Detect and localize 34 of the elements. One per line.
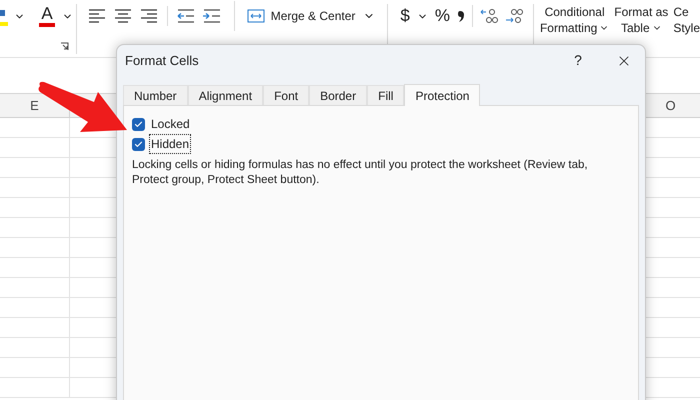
merge-center-button[interactable]: Merge & Center <box>246 7 356 25</box>
increase-indent-icon[interactable] <box>202 8 222 24</box>
info-text: Locking cells or hiding formulas has no effect until you protect the worksheet (Review tab, Protect group, Protect Sheet button). <box>132 158 589 188</box>
font-color-button[interactable]: A <box>39 5 55 27</box>
column-header[interactable]: O <box>665 96 676 116</box>
checkbox-label[interactable]: Locked <box>149 114 192 134</box>
align-left-icon[interactable] <box>86 8 107 24</box>
tab[interactable]: Fill <box>367 85 404 105</box>
tab[interactable]: Protection <box>404 84 480 106</box>
merge-icon <box>246 9 265 23</box>
checkbox[interactable] <box>132 138 145 150</box>
decrease-decimal-icon[interactable] <box>480 8 498 24</box>
checkbox[interactable] <box>132 118 145 130</box>
tab[interactable]: Alignment <box>188 85 264 105</box>
decrease-indent-icon[interactable] <box>176 8 196 24</box>
check-icon <box>134 120 143 128</box>
tab[interactable]: Number <box>123 85 188 105</box>
check-icon <box>134 140 143 148</box>
tab[interactable]: Font <box>263 85 310 105</box>
checkbox-label[interactable]: Hidden <box>149 134 192 154</box>
window-title: Format Cells <box>125 52 199 70</box>
comma-icon[interactable] <box>456 9 465 23</box>
column-header[interactable]: E <box>30 96 39 116</box>
align-center-icon[interactable] <box>112 8 133 24</box>
help-button[interactable]: ? <box>563 50 593 71</box>
format-as-table-button[interactable]: Format as Table <box>614 4 668 36</box>
tab[interactable]: Border <box>309 85 368 105</box>
dialog-launcher-icon[interactable] <box>60 42 69 51</box>
align-right-icon[interactable] <box>138 8 159 24</box>
currency-button[interactable]: $ <box>400 3 410 29</box>
cell-styles-button[interactable]: Ce Style <box>673 4 700 36</box>
conditional-formatting-button[interactable]: Conditional Formatting <box>540 4 610 36</box>
percent-button[interactable]: % <box>434 3 450 29</box>
increase-decimal-icon[interactable] <box>504 8 523 24</box>
